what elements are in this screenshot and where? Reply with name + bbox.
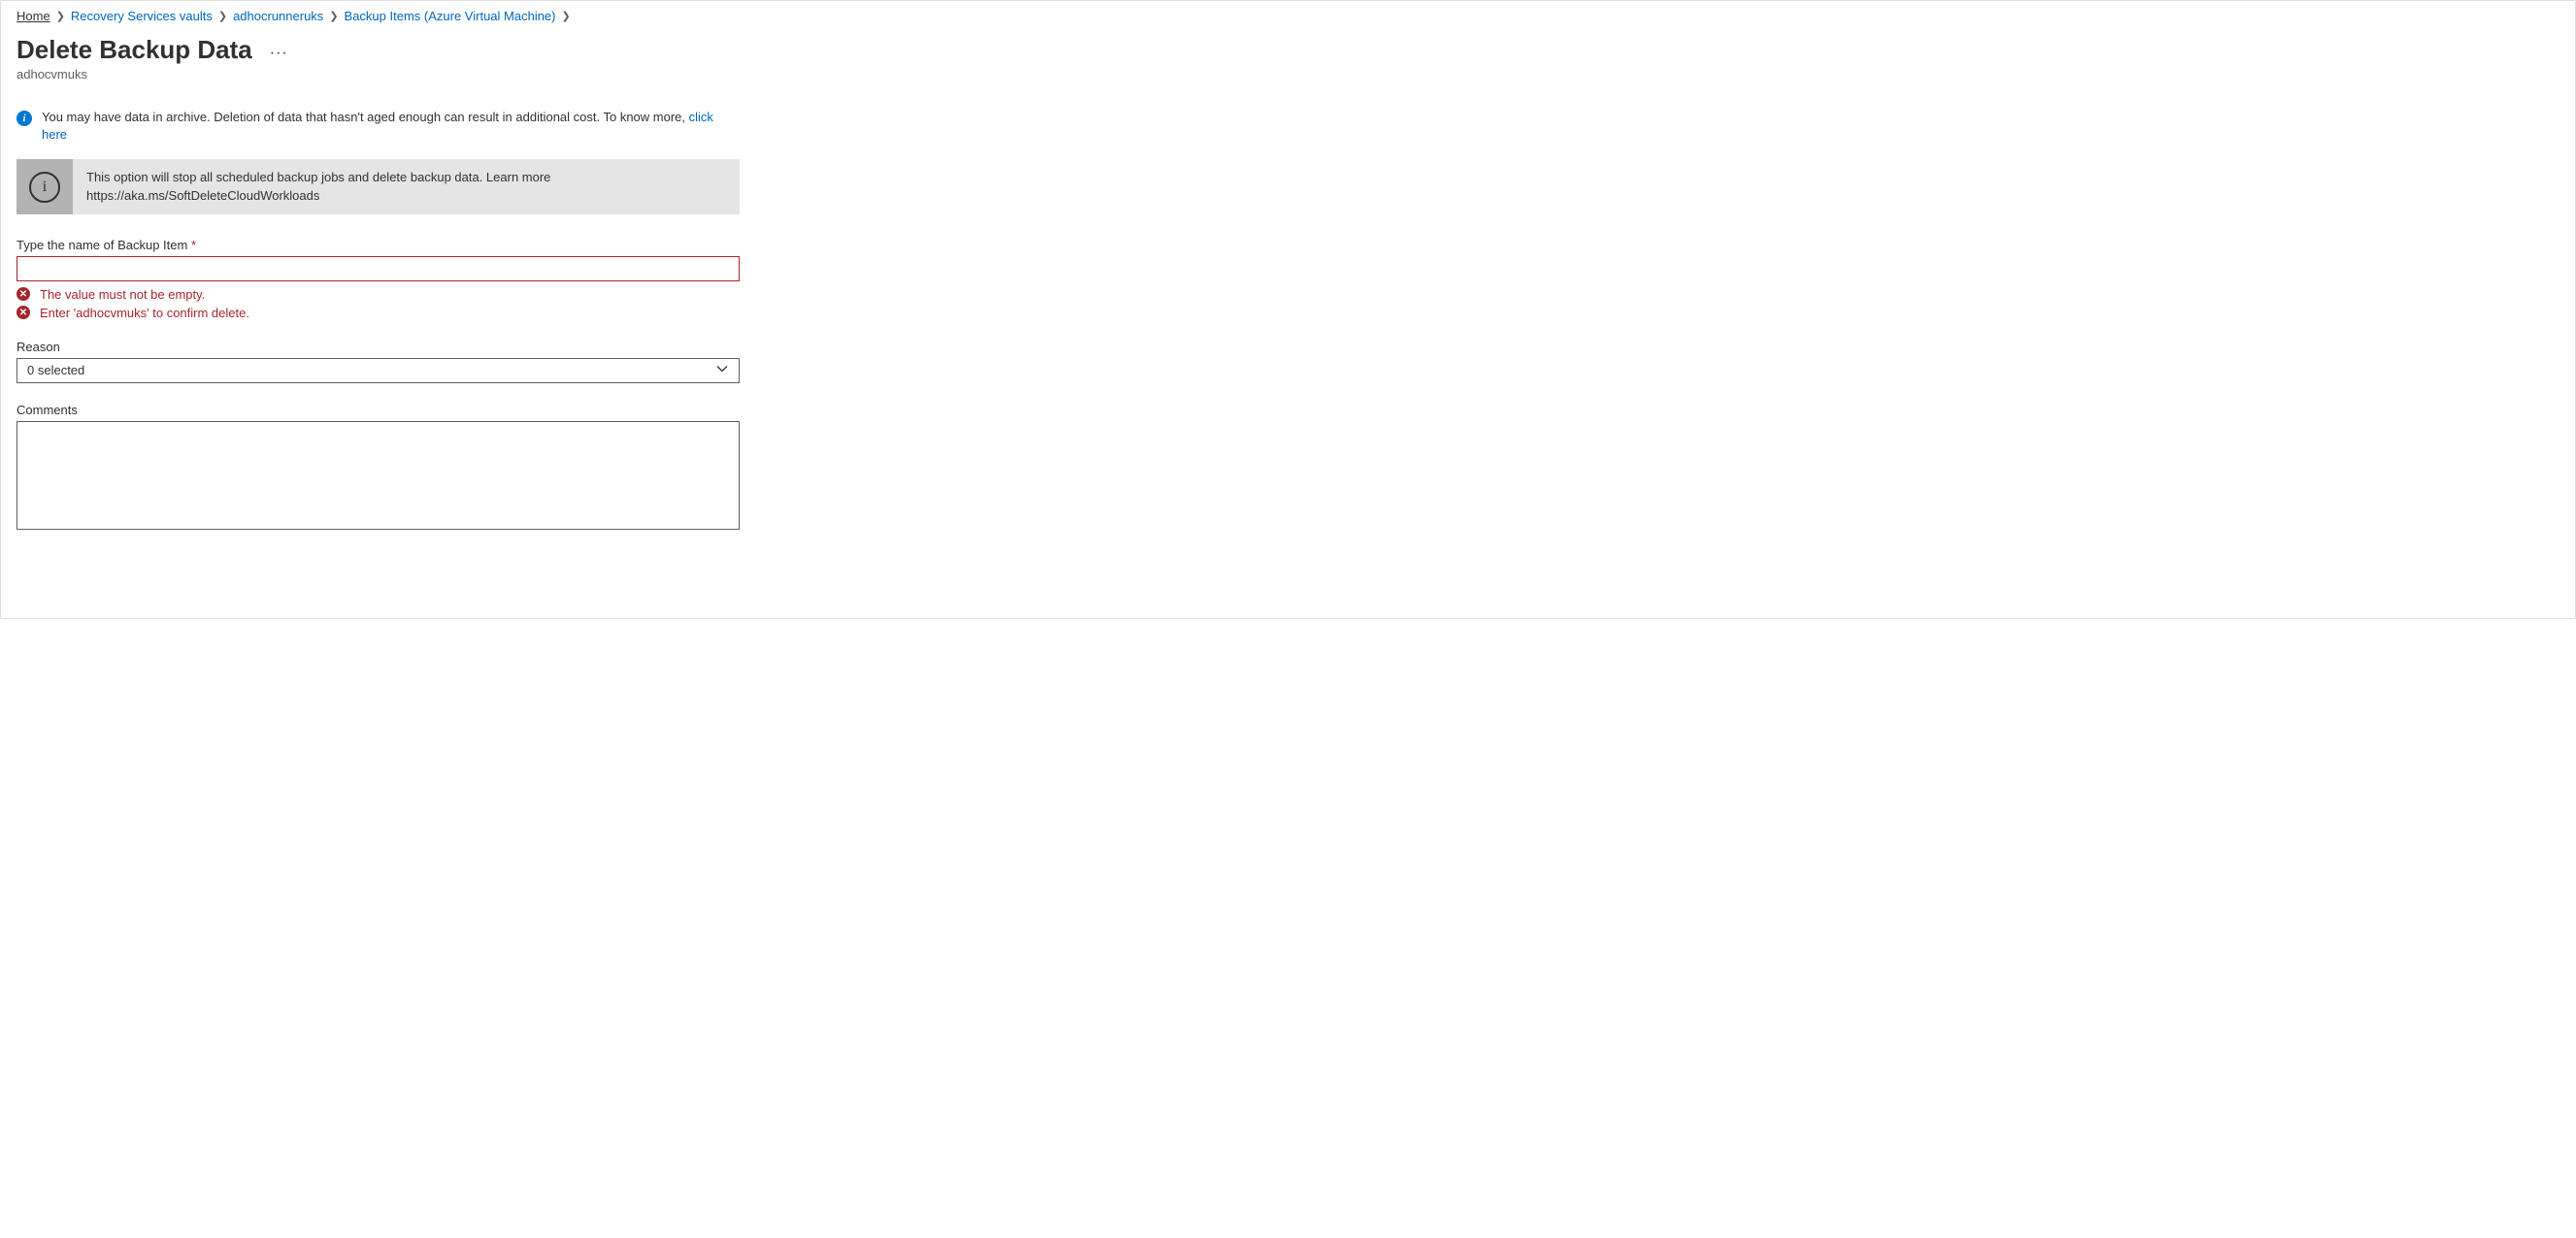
info-circle-icon: i: [29, 172, 60, 203]
breadcrumb-items[interactable]: Backup Items (Azure Virtual Machine): [345, 9, 556, 23]
error-confirm: ✕ Enter 'adhocvmuks' to confirm delete.: [17, 306, 740, 320]
chevron-right-icon: ❯: [562, 10, 571, 22]
reason-value: 0 selected: [27, 363, 84, 377]
comments-textarea[interactable]: [17, 421, 740, 530]
chevron-down-icon: [715, 362, 729, 378]
archive-info-text: You may have data in archive. Deletion o…: [42, 109, 740, 144]
reason-label: Reason: [17, 340, 740, 354]
chevron-right-icon: ❯: [218, 10, 227, 22]
info-icon: i: [17, 111, 32, 126]
reason-select[interactable]: 0 selected: [17, 358, 740, 383]
chevron-right-icon: ❯: [56, 10, 65, 22]
breadcrumb: Home ❯ Recovery Services vaults ❯ adhocr…: [17, 9, 2559, 23]
comments-label: Comments: [17, 403, 740, 417]
archive-info-banner: i You may have data in archive. Deletion…: [17, 109, 740, 144]
stop-backup-banner: i This option will stop all scheduled ba…: [17, 159, 740, 213]
page-subtitle: adhocvmuks: [17, 67, 2559, 81]
page-title: Delete Backup Data: [17, 35, 252, 65]
error-icon: ✕: [17, 306, 30, 319]
info-icon-box: i: [17, 159, 73, 213]
error-empty: ✕ The value must not be empty.: [17, 287, 740, 302]
backup-item-name-input[interactable]: [17, 256, 740, 281]
more-actions-icon[interactable]: ···: [270, 39, 288, 62]
breadcrumb-runner[interactable]: adhocrunneruks: [233, 9, 323, 23]
backup-item-name-label: Type the name of Backup Item *: [17, 238, 740, 252]
breadcrumb-vaults[interactable]: Recovery Services vaults: [71, 9, 213, 23]
breadcrumb-home[interactable]: Home: [17, 9, 50, 23]
stop-backup-text: This option will stop all scheduled back…: [73, 159, 564, 213]
chevron-right-icon: ❯: [329, 10, 338, 22]
error-icon: ✕: [17, 287, 30, 301]
